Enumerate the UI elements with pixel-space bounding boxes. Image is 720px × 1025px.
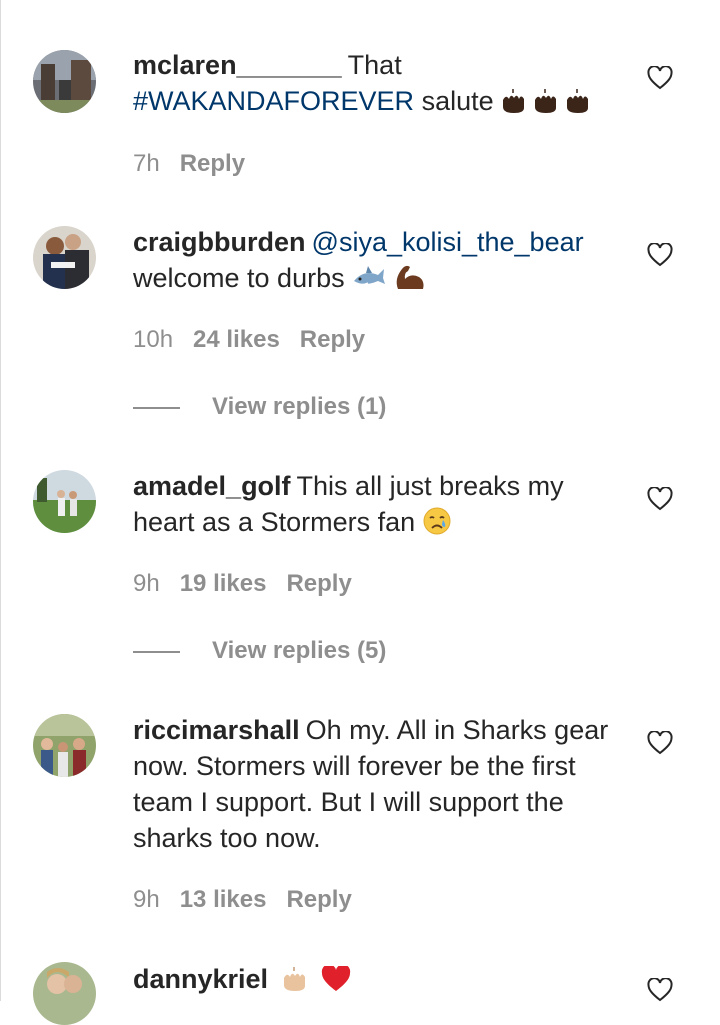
avatar[interactable] [33,226,96,289]
reply-button[interactable]: Reply [300,326,365,353]
comment-meta: 9h 19 likes Reply [133,570,372,598]
timestamp: 9h [133,886,160,913]
comment-meta: 7h Reply [133,150,265,178]
reply-button[interactable]: Reply [286,570,351,597]
left-border [0,0,1,1001]
comment-body: amadel_golf This all just breaks my heart… [133,468,623,544]
avatar-image [33,714,96,777]
username[interactable]: mclaren_______ [133,50,342,80]
likes-count[interactable]: 24 likes [193,326,280,353]
comment-body: craigbburden @siya_kolisi_the_bear welcom… [133,224,623,300]
shark-icon [352,264,386,300]
flexed-biceps-icon [394,263,426,300]
red-heart-icon [321,964,351,1001]
mention-link[interactable]: @siya_kolisi_the_bear [312,227,584,257]
avatar-image [33,962,96,1025]
divider-line [133,406,180,409]
username[interactable]: amadel_golf [133,471,291,501]
view-replies-label: View replies (1) [212,393,387,420]
view-replies-button[interactable]: View replies (1) [133,393,386,421]
heart-icon[interactable] [647,978,673,1002]
comment-body: riccimarshall Oh my. All in Sharks gear n… [133,712,623,856]
view-replies-label: View replies (5) [212,637,387,664]
reply-button[interactable]: Reply [180,150,245,177]
raised-hands-light-icon [282,965,314,1001]
avatar[interactable] [33,50,96,113]
comment-meta: 9h 13 likes Reply [133,886,372,914]
raised-hands-icon [501,87,597,123]
reply-button[interactable]: Reply [286,886,351,913]
heart-icon[interactable] [647,731,673,755]
comment-body: mclaren_______ That #WAKANDAFOREVER salut… [133,47,623,123]
heart-icon[interactable] [647,243,673,267]
view-replies-button[interactable]: View replies (5) [133,637,386,665]
heart-icon[interactable] [647,66,673,90]
divider-line [133,650,180,653]
comment-text: welcome to durbs [133,263,345,293]
comment-meta: 10h 24 likes Reply [133,326,385,354]
avatar-image [33,226,96,289]
likes-count[interactable]: 19 likes [180,570,267,597]
crying-face-icon [423,507,451,544]
comment-body: dannykriel [133,961,623,1001]
username[interactable]: dannykriel [133,964,268,994]
avatar-image [33,470,96,533]
likes-count[interactable]: 13 likes [180,886,267,913]
timestamp: 9h [133,570,160,597]
avatar[interactable] [33,470,96,533]
heart-icon[interactable] [647,487,673,511]
avatar[interactable] [33,962,96,1025]
username[interactable]: craigbburden [133,227,306,257]
timestamp: 7h [133,150,160,177]
hashtag-link[interactable]: #WAKANDAFOREVER [133,86,414,116]
comment-text-2: salute [414,86,494,116]
avatar-image [33,50,96,113]
comment-text: That [347,50,402,80]
username[interactable]: riccimarshall [133,715,300,745]
avatar[interactable] [33,714,96,777]
timestamp: 10h [133,326,174,353]
